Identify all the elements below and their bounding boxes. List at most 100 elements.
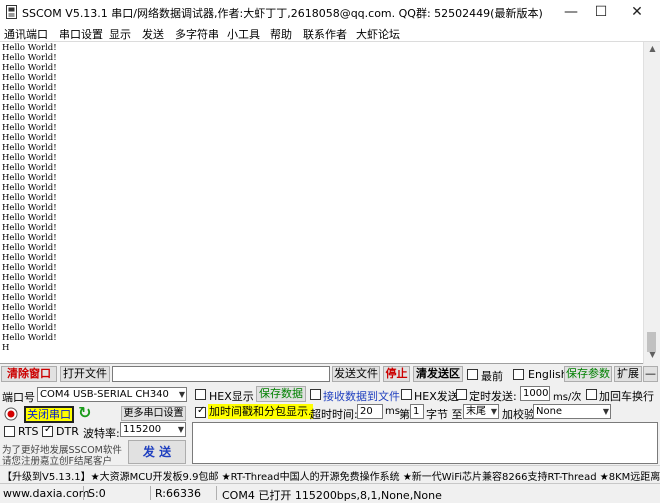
receive-line: Hello World! bbox=[2, 153, 57, 163]
chevron-down-icon: ▼ bbox=[490, 407, 497, 416]
timeout-label: 超时时间: bbox=[310, 408, 358, 421]
dtr-label: DTR bbox=[56, 425, 79, 438]
port-status-indicator-icon bbox=[4, 407, 18, 421]
menu-multi-string[interactable]: 多字符串 bbox=[175, 26, 219, 42]
recv-to-file-label[interactable]: 接收数据到文件 bbox=[323, 388, 400, 404]
menu-contact-author[interactable]: 联系作者 bbox=[303, 26, 347, 42]
menu-display[interactable]: 显示 bbox=[109, 26, 131, 42]
more-serial-settings-button[interactable]: 更多串口设置 bbox=[121, 406, 186, 421]
receive-line: Hello World! bbox=[2, 313, 57, 323]
add-crlf-checkbox[interactable] bbox=[586, 389, 597, 400]
interval-unit-label: ms/次 bbox=[553, 392, 582, 403]
clear-window-button[interactable]: 清除窗口 bbox=[1, 366, 57, 382]
save-params-button[interactable]: 保存参数 bbox=[564, 366, 612, 382]
english-checkbox[interactable] bbox=[513, 369, 524, 380]
front-most-label: 最前 bbox=[481, 370, 503, 383]
receive-line: Hello World! bbox=[2, 83, 57, 93]
receive-line: Hello World! bbox=[2, 63, 57, 73]
front-most-checkbox[interactable] bbox=[467, 369, 478, 380]
menu-send[interactable]: 发送 bbox=[142, 26, 164, 42]
chevron-down-icon: ▼ bbox=[178, 390, 185, 399]
file-path-input[interactable] bbox=[112, 366, 330, 382]
receive-line: Hello World! bbox=[2, 143, 57, 153]
clear-send-button[interactable]: 清发送区 bbox=[413, 366, 463, 382]
dtr-checkbox[interactable] bbox=[42, 424, 53, 437]
receive-line: Hello World! bbox=[2, 273, 57, 283]
menu-bar: 通讯端口 串口设置 显示 发送 多字符串 小工具 帮助 联系作者 大虾论坛 bbox=[0, 24, 660, 42]
receive-line: Hello World! bbox=[2, 73, 57, 83]
ticker-text: 【升级到V5.13.1】★大资源MCU开发板9.9包邮 ★RT-Thread中国… bbox=[2, 472, 660, 482]
title-bar: SSCOM V5.13.1 串口/网络数据调试器,作者:大虾丁丁,2618058… bbox=[0, 0, 660, 24]
receive-line: Hello World! bbox=[2, 163, 57, 173]
receive-line: Hello World! bbox=[2, 333, 57, 343]
close-window-button[interactable]: ✕ bbox=[619, 0, 655, 24]
receive-line: Hello World! bbox=[2, 53, 57, 63]
refresh-icon[interactable]: ↻ bbox=[78, 403, 91, 422]
receive-line: Hello World! bbox=[2, 213, 57, 223]
menu-forum[interactable]: 大虾论坛 bbox=[356, 26, 400, 42]
baud-rate-select[interactable]: 115200 ▼ bbox=[120, 422, 186, 437]
app-icon bbox=[6, 5, 17, 19]
menu-serial-settings[interactable]: 串口设置 bbox=[59, 26, 103, 42]
timeout-input[interactable]: 20 bbox=[357, 404, 383, 419]
receive-line: Hello World! bbox=[2, 203, 57, 213]
port-label: 端口号 bbox=[2, 391, 35, 404]
byte-prefix-label: 第 bbox=[399, 408, 410, 421]
receive-line: Hello World! bbox=[2, 123, 57, 133]
rts-checkbox[interactable] bbox=[4, 426, 15, 437]
byte-start-input[interactable]: 1 bbox=[410, 404, 424, 419]
save-data-button[interactable]: 保存数据 bbox=[256, 386, 306, 402]
maximize-button[interactable]: ☐ bbox=[583, 0, 619, 24]
add-crlf-label: 加回车换行 bbox=[599, 390, 654, 403]
menu-help[interactable]: 帮助 bbox=[270, 26, 292, 42]
send-file-button[interactable]: 发送文件 bbox=[332, 366, 380, 382]
status-divider bbox=[150, 486, 151, 500]
scroll-thumb[interactable] bbox=[647, 332, 656, 352]
receive-line: Hello World! bbox=[2, 223, 57, 233]
window-title: SSCOM V5.13.1 串口/网络数据调试器,作者:大虾丁丁,2618058… bbox=[22, 7, 543, 20]
timed-send-checkbox[interactable] bbox=[456, 389, 467, 400]
hex-display-checkbox[interactable] bbox=[195, 389, 206, 400]
scroll-up-arrow-icon[interactable]: ▲ bbox=[644, 43, 660, 55]
menu-tools[interactable]: 小工具 bbox=[227, 26, 260, 42]
status-divider bbox=[83, 486, 84, 500]
sent-count: S:0 bbox=[88, 487, 106, 500]
send-textarea[interactable] bbox=[192, 422, 658, 464]
send-button[interactable]: 发 送 bbox=[128, 440, 186, 464]
receive-scrollbar[interactable]: ▲ ▼ bbox=[643, 42, 660, 364]
status-bar: www.daxia.com S:0 R:66336 COM4 已打开 11520… bbox=[0, 483, 660, 502]
open-file-button[interactable]: 打开文件 bbox=[60, 366, 110, 382]
byte-mid-label: 字节 至 bbox=[426, 408, 463, 421]
menu-comm-port[interactable]: 通讯端口 bbox=[4, 26, 48, 42]
checksum-label: 加校验 bbox=[502, 408, 535, 421]
receive-line: H bbox=[2, 343, 10, 353]
receive-line: Hello World! bbox=[2, 243, 57, 253]
hex-send-checkbox[interactable] bbox=[401, 389, 412, 400]
close-port-button[interactable]: 关闭串口 bbox=[24, 406, 74, 423]
received-count: R:66336 bbox=[155, 487, 202, 500]
chevron-down-icon: ▼ bbox=[177, 425, 184, 434]
receive-line: Hello World! bbox=[2, 103, 57, 113]
receive-line: Hello World! bbox=[2, 133, 57, 143]
website-link[interactable]: www.daxia.com bbox=[3, 487, 90, 500]
receive-line: Hello World! bbox=[2, 113, 57, 123]
timestamp-checkbox[interactable] bbox=[195, 405, 206, 418]
recv-to-file-checkbox[interactable] bbox=[310, 389, 321, 400]
interval-input[interactable]: 1000 bbox=[520, 386, 550, 401]
receive-line: Hello World! bbox=[2, 283, 57, 293]
receive-line: Hello World! bbox=[2, 323, 57, 333]
collapse-button[interactable]: — bbox=[643, 366, 658, 382]
receive-line: Hello World! bbox=[2, 253, 57, 263]
ad-ticker[interactable]: 【升级到V5.13.1】★大资源MCU开发板9.9包邮 ★RT-Thread中国… bbox=[0, 465, 660, 482]
expand-button[interactable]: 扩展 bbox=[614, 366, 642, 382]
receive-line: Hello World! bbox=[2, 93, 57, 103]
baud-rate-value: 115200 bbox=[123, 424, 162, 435]
port-select[interactable]: COM4 USB-SERIAL CH340 ▼ bbox=[37, 387, 187, 402]
byte-end-select[interactable]: 末尾 ▼ bbox=[463, 404, 499, 419]
port-select-value: COM4 USB-SERIAL CH340 bbox=[40, 389, 169, 400]
english-label: English bbox=[528, 368, 568, 381]
stop-button[interactable]: 停止 bbox=[383, 366, 410, 382]
receive-area[interactable]: Hello World! Hello World! Hello World! H… bbox=[0, 42, 660, 364]
checksum-select[interactable]: None ▼ bbox=[533, 404, 611, 419]
receive-line: Hello World! bbox=[2, 233, 57, 243]
